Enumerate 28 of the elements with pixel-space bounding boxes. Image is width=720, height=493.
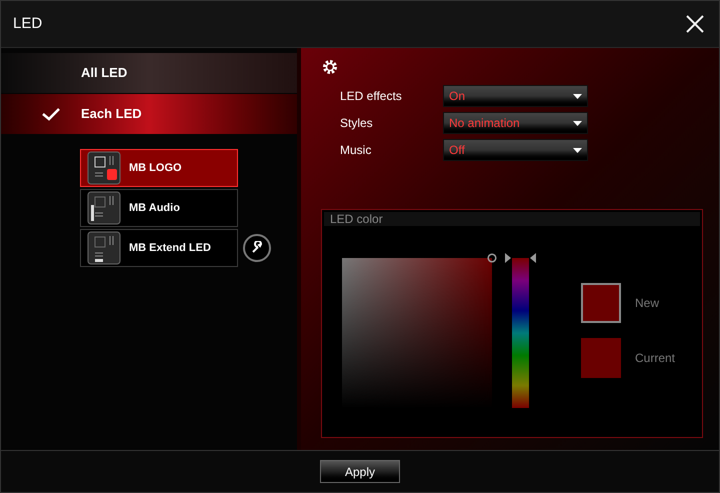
mode-tab[interactable]: Each LED [1, 94, 297, 134]
checkmark-icon [41, 107, 61, 121]
motherboard-icon [87, 231, 121, 265]
wrench-icon [250, 241, 264, 255]
caret-icon [573, 120, 582, 126]
dropdown[interactable]: No animation [443, 112, 588, 134]
panel-title: LED color [324, 212, 700, 226]
setting-label: LED effects [340, 88, 403, 105]
device-button[interactable]: MB LOGO [80, 149, 238, 187]
caret-icon [573, 94, 582, 98]
caret-icon [573, 148, 582, 152]
setting-label: Styles [340, 115, 374, 132]
slider-handle-icon[interactable] [505, 253, 536, 263]
device-button[interactable]: MB Audio [80, 189, 238, 227]
window-title: LED [13, 14, 42, 34]
setting-label: Music [340, 142, 372, 159]
motherboard-icon [87, 151, 121, 185]
swatch-label: New [635, 295, 660, 312]
dropdown[interactable]: Off [443, 139, 588, 161]
settings-icon [321, 58, 339, 76]
mode-tab[interactable]: All LED [1, 53, 297, 93]
swatch-label: Current [635, 350, 676, 367]
settings-button[interactable] [243, 234, 271, 262]
picker-handle-icon[interactable] [487, 253, 497, 263]
apply-button[interactable]: Apply [320, 460, 400, 483]
dropdown[interactable]: On [443, 85, 588, 107]
motherboard-icon [87, 191, 121, 225]
device-button[interactable]: MB Extend LED [80, 229, 238, 267]
